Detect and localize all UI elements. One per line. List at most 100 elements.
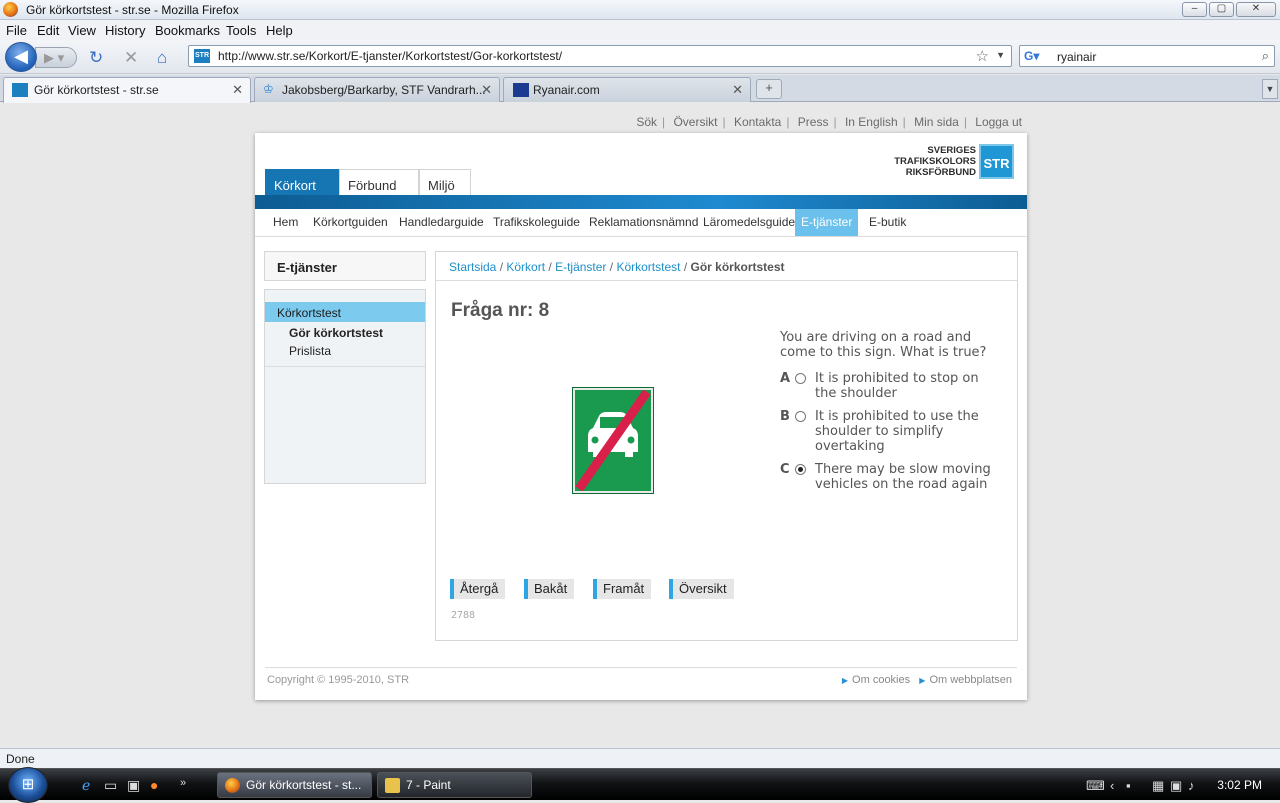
tab-title: Gör körkortstest - str.se (34, 83, 159, 97)
show-desktop-icon[interactable]: ▭ (104, 777, 117, 794)
search-icon[interactable]: ⌕ (1262, 48, 1269, 64)
status-bar: Done (0, 748, 1280, 768)
quicklaunch-overflow-icon[interactable]: » (180, 777, 186, 789)
internet-explorer-icon[interactable]: ℯ (82, 777, 90, 794)
forward-button[interactable]: ▶ ▾ (35, 47, 77, 68)
taskbar: ⊞ ℯ ▭ ▣ ● » Gör körkortstest - st... 7 -… (0, 767, 1280, 803)
taskbar-firefox[interactable]: Gör körkortstest - st... (217, 772, 372, 798)
menu-history[interactable]: History (105, 23, 145, 38)
sidebar-item-gor-korkortstest[interactable]: Gör körkortstest (289, 326, 383, 340)
taskbar-paint[interactable]: 7 - Paint (377, 772, 532, 798)
question-title: Fråga nr: 8 (451, 300, 550, 321)
start-button[interactable]: ⊞ (8, 767, 48, 803)
link-oversikt[interactable]: Översikt (673, 115, 717, 129)
link-kontakta[interactable]: Kontakta (734, 115, 781, 129)
logo-line: SVERIGES (927, 145, 976, 156)
link-min-sida[interactable]: Min sida (914, 115, 959, 129)
tab-gor-korkortstest[interactable]: Gör körkortstest - str.se ✕ (3, 77, 251, 103)
network-icon[interactable]: ▦ (1152, 778, 1164, 794)
clock[interactable]: 3:02 PM (1217, 778, 1262, 792)
back-button[interactable]: ◀ (5, 42, 37, 72)
crumb-startsida[interactable]: Startsida (449, 260, 496, 274)
device-icon[interactable]: ▪ (1126, 778, 1131, 793)
site-container: SVERIGES TRAFIKSKOLORS RIKSFÖRBUND STR K… (255, 133, 1027, 700)
framat-button[interactable]: Framåt (593, 579, 652, 599)
new-tab-icon[interactable]: + (756, 79, 782, 99)
subnav-e-butik[interactable]: E-butik (863, 209, 912, 236)
footer-divider (265, 667, 1017, 668)
tab-ryanair[interactable]: Ryanair.com ✕ (503, 77, 751, 102)
subnav-handledarguide[interactable]: Handledarguide (393, 209, 490, 236)
close-tab-icon[interactable]: ✕ (481, 82, 492, 98)
menu-tools[interactable]: Tools (226, 23, 256, 38)
crumb-korkortstest[interactable]: Körkortstest (616, 260, 680, 274)
url-dropdown-icon[interactable]: ▼ (996, 50, 1005, 60)
keyboard-icon[interactable]: ⌨ (1086, 778, 1105, 794)
menu-file[interactable]: File (6, 23, 27, 38)
atergå-button[interactable]: Återgå (450, 579, 506, 599)
search-input[interactable]: ryainair (1057, 50, 1096, 64)
menu-view[interactable]: View (68, 23, 96, 38)
firefox-quicklaunch-icon[interactable]: ● (150, 777, 158, 793)
oversikt-button[interactable]: Översikt (669, 579, 734, 599)
radio-a[interactable] (795, 373, 806, 384)
subnav-reklamationsnamnd[interactable]: Reklamationsnämnd (583, 209, 704, 236)
tab-korkort[interactable]: Körkort (265, 169, 339, 196)
home-icon[interactable]: ⌂ (157, 48, 167, 68)
tab-forbund[interactable]: Förbund (339, 169, 419, 196)
subnav-e-tjanster[interactable]: E-tjänster (795, 209, 859, 236)
window-titlebar: Gör körkortstest - str.se - Mozilla Fire… (0, 0, 1280, 20)
site-favicon: STR (194, 49, 210, 63)
search-bar[interactable]: G▾ ryainair ⌕ (1019, 45, 1275, 67)
menu-edit[interactable]: Edit (37, 23, 59, 38)
link-sok[interactable]: Sök (636, 115, 657, 129)
link-press[interactable]: Press (798, 115, 829, 129)
tab-list-icon[interactable]: ▼ (1262, 79, 1278, 99)
paint-icon (385, 778, 400, 793)
sidebar-item-korkortstest[interactable]: Körkortstest (265, 302, 425, 322)
option-text: There may be slow moving vehicles on the… (815, 462, 991, 492)
link-om-webbplatsen[interactable]: Om webbplatsen (929, 674, 1012, 686)
close-tab-icon[interactable]: ✕ (232, 82, 243, 98)
sidebar-item-prislista[interactable]: Prislista (289, 344, 331, 358)
crumb-korkort[interactable]: Körkort (506, 260, 545, 274)
menu-help[interactable]: Help (266, 23, 293, 38)
bookmark-star-icon[interactable]: ☆ (976, 47, 989, 65)
radio-c[interactable] (795, 464, 806, 475)
minimize-button[interactable]: – (1182, 2, 1207, 17)
arrow-icon: ▶ (919, 676, 926, 685)
answer-option-c[interactable]: C There may be slow moving vehicles on t… (780, 462, 1005, 494)
end-of-motorroad-sign-image (572, 387, 654, 494)
network2-icon[interactable]: ▣ (1170, 778, 1182, 794)
switch-windows-icon[interactable]: ▣ (127, 777, 140, 794)
subnav-laromedelsguide[interactable]: Läromedelsguide (697, 209, 801, 236)
url-bar[interactable]: STR http://www.str.se/Korkort/E-tjanster… (188, 45, 1012, 67)
crumb-e-tjanster[interactable]: E-tjänster (555, 260, 606, 274)
reload-icon[interactable]: ↻ (89, 48, 103, 68)
link-om-cookies[interactable]: Om cookies (852, 674, 910, 686)
close-window-button[interactable]: ✕ (1236, 2, 1276, 17)
str-logo[interactable]: SVERIGES TRAFIKSKOLORS RIKSFÖRBUND STR (894, 144, 1014, 179)
firefox-icon (225, 778, 240, 793)
link-in-english[interactable]: In English (845, 115, 898, 129)
maximize-button[interactable]: ▢ (1209, 2, 1234, 17)
subnav-hem[interactable]: Hem (267, 209, 304, 236)
stop-icon[interactable]: ✕ (124, 48, 138, 68)
subnav-korkortguiden[interactable]: Körkortguiden (307, 209, 394, 236)
tab-miljo[interactable]: Miljö (419, 169, 471, 196)
url-text[interactable]: http://www.str.se/Korkort/E-tjanster/Kor… (218, 49, 562, 63)
subnav-trafikskoleguide[interactable]: Trafikskoleguide (487, 209, 586, 236)
google-icon[interactable]: G▾ (1024, 49, 1040, 63)
stf-favicon-icon: ♔ (263, 82, 274, 96)
answer-option-b[interactable]: B It is prohibited to use the shoulder t… (780, 409, 1005, 455)
link-logga-ut[interactable]: Logga ut (975, 115, 1022, 129)
volume-icon[interactable]: ♪ (1188, 778, 1195, 793)
radio-b[interactable] (795, 411, 806, 422)
bakat-button[interactable]: Bakåt (524, 579, 575, 599)
close-tab-icon[interactable]: ✕ (732, 82, 743, 98)
answer-option-a[interactable]: A It is prohibited to stop on the should… (780, 371, 1005, 403)
tab-jakobsberg[interactable]: ♔ Jakobsberg/Barkarby, STF Vandrarh... ✕ (254, 77, 500, 102)
menu-bookmarks[interactable]: Bookmarks (155, 23, 220, 38)
tray-expand-icon[interactable]: ‹ (1110, 778, 1114, 793)
firefox-icon (3, 2, 18, 17)
